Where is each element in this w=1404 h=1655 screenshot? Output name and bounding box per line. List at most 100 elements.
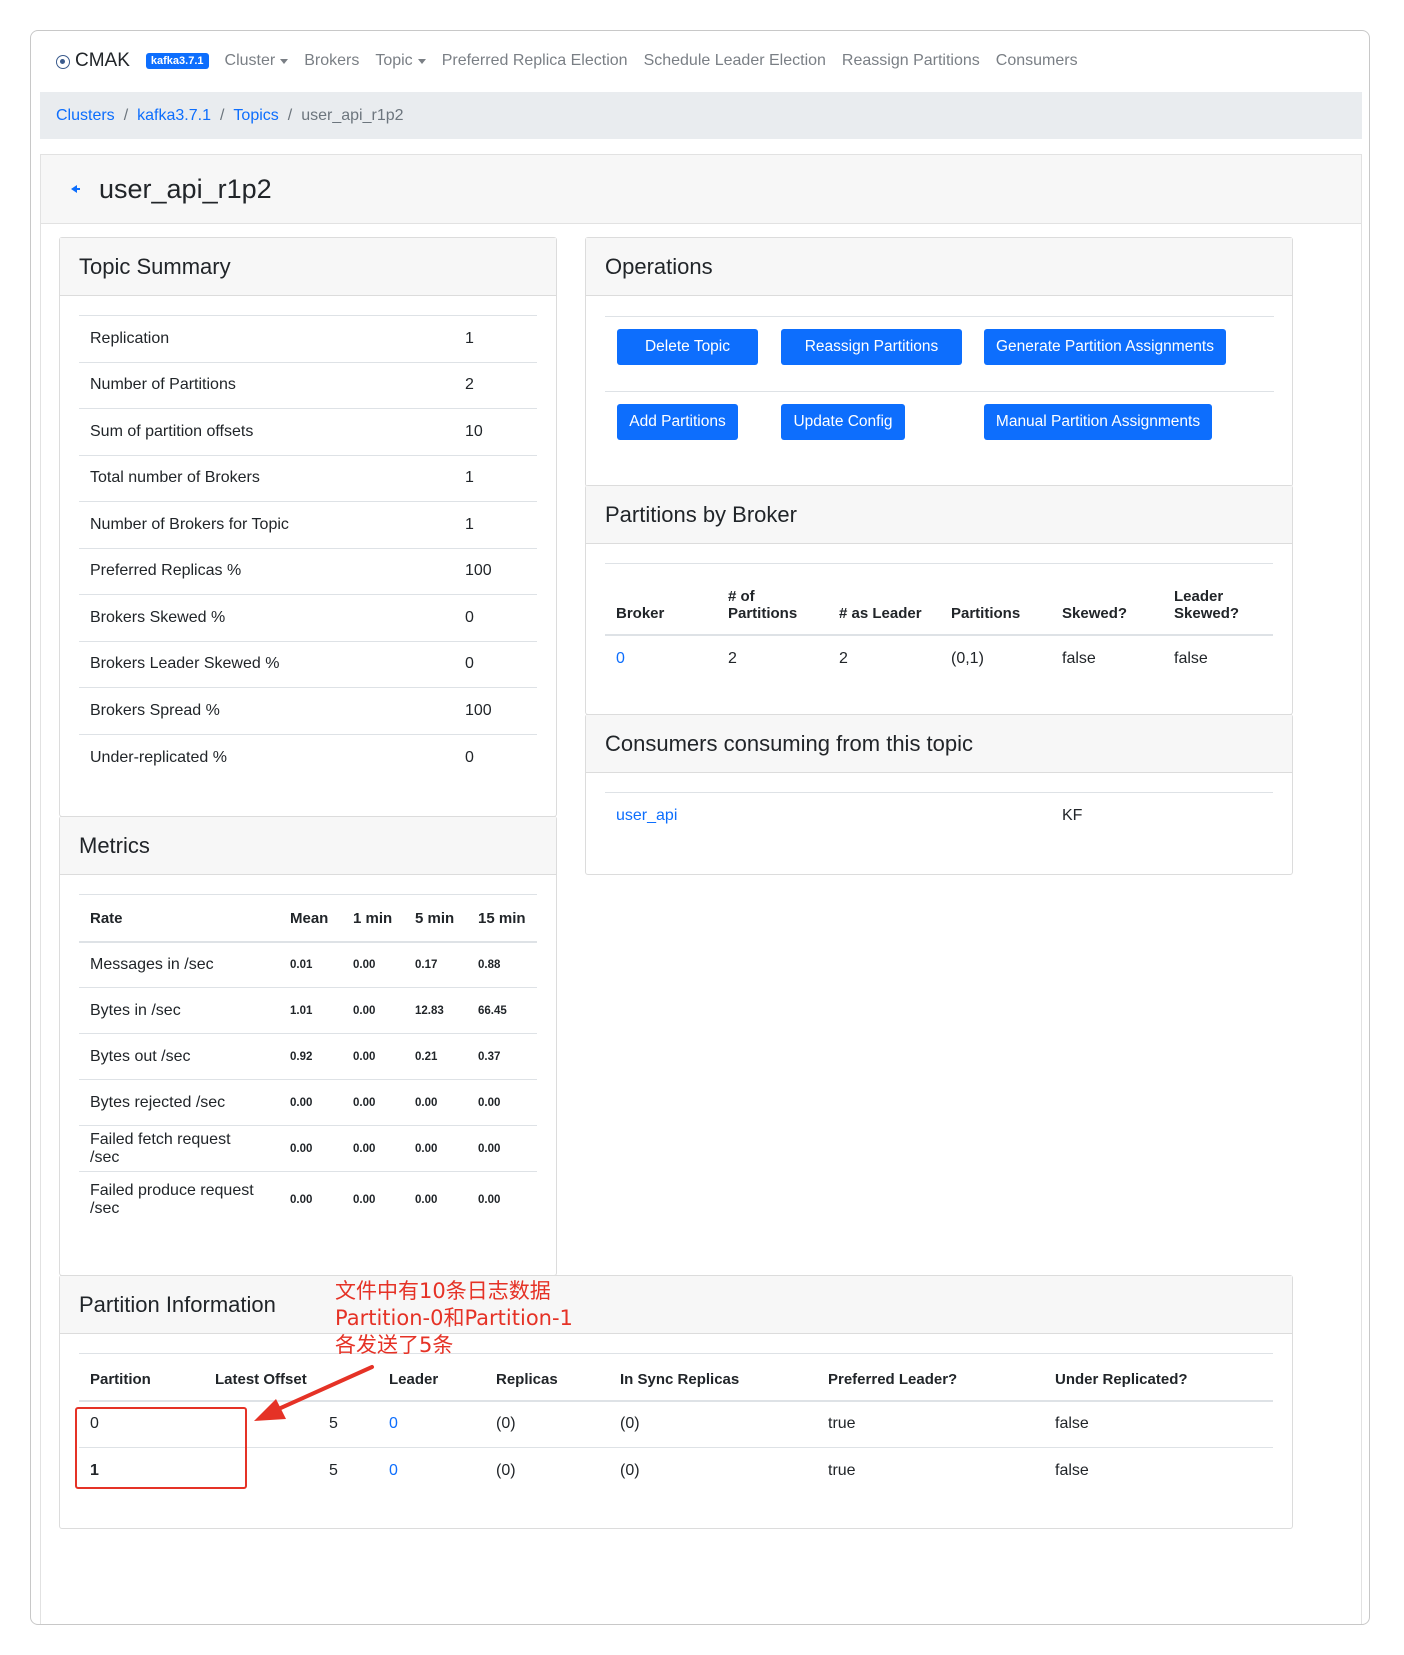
metrics-15min: 66.45: [467, 987, 537, 1034]
pbb-broker-link[interactable]: 0: [605, 635, 717, 682]
metrics-5min: 0.00: [404, 1125, 467, 1172]
metrics-row: Failed fetch request /sec 0.00 0.00 0.00 0.0…: [79, 1125, 537, 1172]
nav-preferred-replica-election[interactable]: Preferred Replica Election: [442, 52, 628, 70]
summary-row: Number of Partitions 2: [79, 361, 537, 409]
pi-leader-link[interactable]: 0: [378, 1447, 485, 1495]
summary-row: Brokers Leader Skewed % 0: [79, 640, 537, 688]
summary-value: 0: [454, 733, 537, 781]
manual-partition-assignments-button[interactable]: Manual Partition Assignments: [984, 404, 1212, 440]
pi-isr: (0): [620, 1415, 640, 1433]
operations-title: Operations: [586, 238, 1292, 296]
brand[interactable]: CMAK: [56, 50, 130, 72]
metrics-1min: 0.00: [342, 1171, 404, 1228]
pbb-broker-link-text[interactable]: 0: [616, 650, 625, 667]
summary-label: Number of Brokers for Topic: [79, 501, 454, 548]
nav-schedule-leader-election-label: Schedule Leader Election: [643, 52, 826, 69]
summary-row: Preferred Replicas % 100: [79, 547, 537, 595]
summary-row: Under-replicated % 0: [79, 733, 537, 781]
summary-label: Replication: [79, 315, 454, 362]
summary-label: Preferred Replicas %: [79, 547, 454, 595]
metrics-15min: 0.00: [467, 1125, 537, 1172]
metrics-table: Rate Mean 1 min 5 min 15 min Messages in…: [79, 894, 537, 1228]
summary-value: 2: [454, 361, 537, 409]
metrics-title: Metrics: [60, 817, 556, 875]
nav-reassign-partitions[interactable]: Reassign Partitions: [842, 52, 980, 70]
metrics-15min: 0.00: [467, 1171, 537, 1228]
reassign-partitions-button[interactable]: Reassign Partitions: [781, 329, 962, 365]
summary-row: Brokers Skewed % 0: [79, 594, 537, 641]
metrics-mean: 0.01: [279, 941, 342, 988]
pi-preferred-leader: true: [817, 1447, 1044, 1495]
back-arrow-icon[interactable]: [71, 185, 80, 193]
consumer-type: KF: [1051, 792, 1273, 839]
operations-card: Operations Delete Topic Reassign Partiti…: [585, 237, 1293, 487]
nav-topic-label: Topic: [375, 52, 413, 69]
nav-consumers-label: Consumers: [995, 52, 1078, 69]
consumer-link[interactable]: user_api: [605, 792, 1051, 839]
partitions-by-broker-table: Broker # of Partitions # as Leader Partit…: [605, 563, 1273, 682]
pi-under-replicated: false: [1044, 1447, 1273, 1495]
consumer-link-text[interactable]: user_api: [616, 807, 677, 824]
operations-divider: [605, 391, 1274, 392]
metrics-card: Metrics Rate Mean 1 min 5 min 15 min Mes…: [59, 816, 557, 1276]
pi-replicas: (0): [485, 1447, 609, 1495]
pi-leader-link[interactable]: 0: [378, 1401, 485, 1448]
operations-divider: [605, 316, 1274, 317]
summary-label: Brokers Skewed %: [79, 594, 454, 641]
summary-value: 1: [454, 454, 537, 502]
pbb-header-num-partitions-line2: Partitions: [728, 604, 798, 622]
metrics-row: Bytes out /sec 0.92 0.00 0.21 0.37: [79, 1033, 537, 1080]
breadcrumb-clusters[interactable]: Clusters: [56, 107, 115, 125]
topic-summary-title: Topic Summary: [60, 238, 556, 296]
update-config-button[interactable]: Update Config: [781, 404, 905, 440]
pbb-header-partitions: Partitions: [940, 563, 1051, 636]
metrics-15min: 0.00: [467, 1079, 537, 1126]
nav-topic[interactable]: Topic: [375, 52, 426, 70]
pbb-header-broker: Broker: [605, 563, 717, 636]
generate-partition-assignments-button[interactable]: Generate Partition Assignments: [984, 329, 1226, 365]
summary-row: Number of Brokers for Topic 1: [79, 501, 537, 548]
metrics-row: Failed produce request /sec 0.00 0.00 0.00 0…: [79, 1171, 537, 1228]
pbb-leader-skewed: false: [1174, 649, 1208, 667]
breadcrumb: Clusters / kafka3.7.1 / Topics / user_ap…: [40, 92, 1362, 139]
breadcrumb-topics[interactable]: Topics: [233, 107, 278, 125]
caret-down-icon: [417, 58, 426, 64]
metrics-rate: Bytes rejected /sec: [79, 1079, 279, 1126]
summary-row: Replication 1: [79, 315, 537, 362]
nav-brokers-label: Brokers: [304, 52, 360, 69]
metrics-mean: 0.92: [279, 1033, 342, 1080]
nav-cluster[interactable]: Cluster: [225, 52, 289, 70]
summary-label: Brokers Spread %: [79, 687, 454, 734]
brand-name: CMAK: [75, 50, 130, 71]
nav-brokers[interactable]: Brokers: [304, 52, 359, 70]
partition-information-card: Partition Information Partition Latest O…: [59, 1275, 1293, 1529]
summary-label: Total number of Brokers: [79, 454, 454, 502]
pbb-as-leader: 2: [839, 649, 848, 667]
summary-value: 100: [454, 687, 537, 734]
metrics-mean: 0.00: [279, 1171, 342, 1228]
summary-label: Brokers Leader Skewed %: [79, 640, 454, 688]
pi-header-leader: Leader: [378, 1353, 485, 1402]
page-title: user_api_r1p2: [99, 173, 272, 204]
add-partitions-button[interactable]: Add Partitions: [617, 404, 738, 440]
metrics-row: Bytes in /sec 1.01 0.00 12.83 66.45: [79, 987, 537, 1034]
breadcrumb-cluster[interactable]: kafka3.7.1: [137, 107, 211, 125]
summary-value: 100: [454, 547, 537, 595]
pi-leader-link-text[interactable]: 0: [389, 1415, 398, 1432]
pi-isr: (0): [609, 1447, 817, 1495]
pbb-partitions: (0,1): [951, 649, 984, 667]
breadcrumb-separator: /: [287, 106, 293, 124]
annotation-line-3: 各发送了5条: [335, 1333, 454, 1357]
delete-topic-button[interactable]: Delete Topic: [617, 329, 758, 365]
nav-schedule-leader-election[interactable]: Schedule Leader Election: [644, 52, 826, 70]
partition-information-title: Partition Information: [60, 1276, 1292, 1334]
pi-header-replicas: Replicas: [485, 1353, 609, 1402]
metrics-mean: 0.00: [279, 1079, 342, 1126]
pi-leader-link-text[interactable]: 0: [389, 1462, 398, 1479]
summary-row: Brokers Spread % 100: [79, 687, 537, 734]
nav-consumers[interactable]: Consumers: [996, 52, 1078, 70]
metrics-row: Bytes rejected /sec 0.00 0.00 0.00 0.00: [79, 1079, 537, 1126]
summary-row: Total number of Brokers 1: [79, 454, 537, 502]
metrics-mean: 1.01: [279, 987, 342, 1034]
annotation-highlight-box: [75, 1407, 247, 1489]
